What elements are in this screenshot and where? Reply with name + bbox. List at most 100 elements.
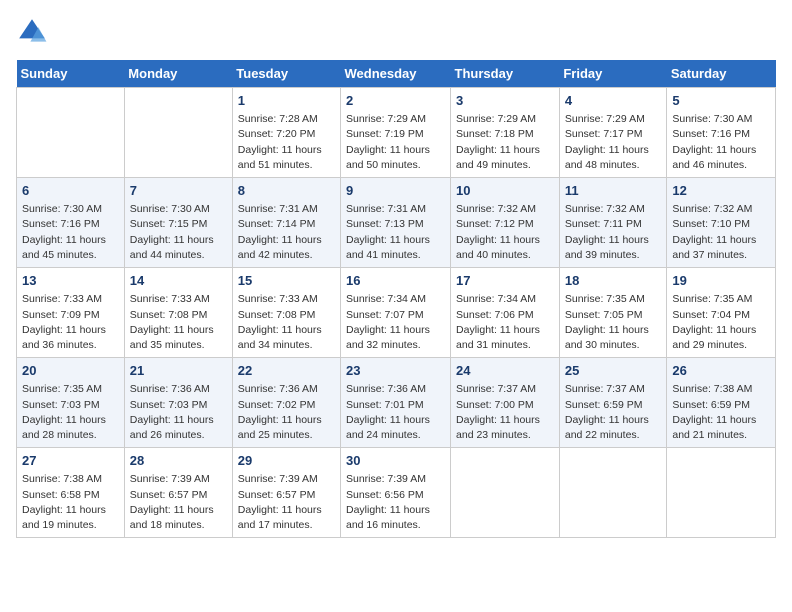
day-number: 22 — [238, 362, 335, 380]
day-number: 7 — [130, 182, 227, 200]
calendar-cell: 13 Sunrise: 7:33 AM Sunset: 7:09 PM Dayli… — [17, 268, 125, 358]
calendar-cell — [124, 88, 232, 178]
calendar-cell: 12 Sunrise: 7:32 AM Sunset: 7:10 PM Dayli… — [667, 178, 776, 268]
logo — [16, 16, 52, 48]
calendar-week-row: 6Sunrise: 7:30 AM Sunset: 7:16 PM Daylig… — [17, 178, 776, 268]
day-info: Sunrise: 7:31 AM Sunset: 7:14 PM Dayligh… — [238, 202, 335, 263]
calendar-table: SundayMondayTuesdayWednesdayThursdayFrid… — [16, 60, 776, 538]
day-number: 3 — [456, 92, 554, 110]
day-info: Sunrise: 7:33 AM Sunset: 7:08 PM Dayligh… — [238, 292, 335, 353]
day-number: 24 — [456, 362, 554, 380]
weekday-header-thursday: Thursday — [451, 60, 560, 88]
day-number: 20 — [22, 362, 119, 380]
day-number: 25 — [565, 362, 662, 380]
day-number: 26 — [672, 362, 770, 380]
day-number: 14 — [130, 272, 227, 290]
day-number: 2 — [346, 92, 445, 110]
day-number: 18 — [565, 272, 662, 290]
calendar-cell: 5 Sunrise: 7:30 AM Sunset: 7:16 PM Daylig… — [667, 88, 776, 178]
calendar-cell: 11Sunrise: 7:32 AM Sunset: 7:11 PM Dayli… — [559, 178, 667, 268]
calendar-cell: 4 Sunrise: 7:29 AM Sunset: 7:17 PM Daylig… — [559, 88, 667, 178]
day-info: Sunrise: 7:29 AM Sunset: 7:19 PM Dayligh… — [346, 112, 445, 173]
day-number: 29 — [238, 452, 335, 470]
day-info: Sunrise: 7:37 AM Sunset: 7:00 PM Dayligh… — [456, 382, 554, 443]
calendar-cell: 22 Sunrise: 7:36 AM Sunset: 7:02 PM Dayli… — [232, 358, 340, 448]
calendar-cell: 17 Sunrise: 7:34 AM Sunset: 7:06 PM Dayli… — [451, 268, 560, 358]
calendar-cell — [451, 448, 560, 538]
calendar-cell: 30 Sunrise: 7:39 AM Sunset: 6:56 PM Dayli… — [341, 448, 451, 538]
day-info: Sunrise: 7:39 AM Sunset: 6:57 PM Dayligh… — [130, 472, 227, 533]
calendar-cell: 14 Sunrise: 7:33 AM Sunset: 7:08 PM Dayli… — [124, 268, 232, 358]
calendar-cell: 27 Sunrise: 7:38 AM Sunset: 6:58 PM Dayli… — [17, 448, 125, 538]
weekday-header-saturday: Saturday — [667, 60, 776, 88]
calendar-cell: 10 Sunrise: 7:32 AM Sunset: 7:12 PM Dayli… — [451, 178, 560, 268]
day-number: 4 — [565, 92, 662, 110]
calendar-cell — [559, 448, 667, 538]
day-info: Sunrise: 7:34 AM Sunset: 7:06 PM Dayligh… — [456, 292, 554, 353]
calendar-cell: 25 Sunrise: 7:37 AM Sunset: 6:59 PM Dayli… — [559, 358, 667, 448]
calendar-cell: 9 Sunrise: 7:31 AM Sunset: 7:13 PM Daylig… — [341, 178, 451, 268]
day-info: Sunrise: 7:31 AM Sunset: 7:13 PM Dayligh… — [346, 202, 445, 263]
day-number: 27 — [22, 452, 119, 470]
day-info: Sunrise: 7:36 AM Sunset: 7:02 PM Dayligh… — [238, 382, 335, 443]
calendar-cell: 2 Sunrise: 7:29 AM Sunset: 7:19 PM Daylig… — [341, 88, 451, 178]
calendar-cell: 8Sunrise: 7:31 AM Sunset: 7:14 PM Daylig… — [232, 178, 340, 268]
calendar-cell: 6Sunrise: 7:30 AM Sunset: 7:16 PM Daylig… — [17, 178, 125, 268]
calendar-cell — [667, 448, 776, 538]
calendar-cell — [17, 88, 125, 178]
day-info: Sunrise: 7:39 AM Sunset: 6:56 PM Dayligh… — [346, 472, 445, 533]
calendar-cell: 3 Sunrise: 7:29 AM Sunset: 7:18 PM Daylig… — [451, 88, 560, 178]
day-info: Sunrise: 7:30 AM Sunset: 7:15 PM Dayligh… — [130, 202, 227, 263]
day-info: Sunrise: 7:30 AM Sunset: 7:16 PM Dayligh… — [22, 202, 119, 263]
day-number: 10 — [456, 182, 554, 200]
day-number: 19 — [672, 272, 770, 290]
day-info: Sunrise: 7:32 AM Sunset: 7:10 PM Dayligh… — [672, 202, 770, 263]
weekday-header-tuesday: Tuesday — [232, 60, 340, 88]
weekday-header-friday: Friday — [559, 60, 667, 88]
page-header — [16, 16, 776, 48]
day-info: Sunrise: 7:35 AM Sunset: 7:03 PM Dayligh… — [22, 382, 119, 443]
calendar-cell: 29 Sunrise: 7:39 AM Sunset: 6:57 PM Dayli… — [232, 448, 340, 538]
day-info: Sunrise: 7:29 AM Sunset: 7:18 PM Dayligh… — [456, 112, 554, 173]
logo-icon — [16, 16, 48, 48]
day-info: Sunrise: 7:39 AM Sunset: 6:57 PM Dayligh… — [238, 472, 335, 533]
day-info: Sunrise: 7:38 AM Sunset: 6:58 PM Dayligh… — [22, 472, 119, 533]
day-number: 28 — [130, 452, 227, 470]
day-number: 30 — [346, 452, 445, 470]
calendar-cell: 20 Sunrise: 7:35 AM Sunset: 7:03 PM Dayli… — [17, 358, 125, 448]
calendar-week-row: 13 Sunrise: 7:33 AM Sunset: 7:09 PM Dayli… — [17, 268, 776, 358]
calendar-cell: 15 Sunrise: 7:33 AM Sunset: 7:08 PM Dayli… — [232, 268, 340, 358]
calendar-week-row: 27 Sunrise: 7:38 AM Sunset: 6:58 PM Dayli… — [17, 448, 776, 538]
calendar-cell: 28 Sunrise: 7:39 AM Sunset: 6:57 PM Dayli… — [124, 448, 232, 538]
calendar-cell: 26Sunrise: 7:38 AM Sunset: 6:59 PM Dayli… — [667, 358, 776, 448]
day-number: 9 — [346, 182, 445, 200]
weekday-header-wednesday: Wednesday — [341, 60, 451, 88]
calendar-cell: 7 Sunrise: 7:30 AM Sunset: 7:15 PM Daylig… — [124, 178, 232, 268]
day-info: Sunrise: 7:30 AM Sunset: 7:16 PM Dayligh… — [672, 112, 770, 173]
day-info: Sunrise: 7:35 AM Sunset: 7:05 PM Dayligh… — [565, 292, 662, 353]
calendar-cell: 18 Sunrise: 7:35 AM Sunset: 7:05 PM Dayli… — [559, 268, 667, 358]
weekday-header-monday: Monday — [124, 60, 232, 88]
day-info: Sunrise: 7:32 AM Sunset: 7:12 PM Dayligh… — [456, 202, 554, 263]
day-info: Sunrise: 7:33 AM Sunset: 7:08 PM Dayligh… — [130, 292, 227, 353]
day-info: Sunrise: 7:33 AM Sunset: 7:09 PM Dayligh… — [22, 292, 119, 353]
day-number: 23 — [346, 362, 445, 380]
day-number: 5 — [672, 92, 770, 110]
calendar-cell: 16Sunrise: 7:34 AM Sunset: 7:07 PM Dayli… — [341, 268, 451, 358]
weekday-header-row: SundayMondayTuesdayWednesdayThursdayFrid… — [17, 60, 776, 88]
weekday-header-sunday: Sunday — [17, 60, 125, 88]
calendar-cell: 23 Sunrise: 7:36 AM Sunset: 7:01 PM Dayli… — [341, 358, 451, 448]
day-number: 15 — [238, 272, 335, 290]
day-info: Sunrise: 7:36 AM Sunset: 7:01 PM Dayligh… — [346, 382, 445, 443]
day-number: 21 — [130, 362, 227, 380]
day-number: 17 — [456, 272, 554, 290]
calendar-cell: 24 Sunrise: 7:37 AM Sunset: 7:00 PM Dayli… — [451, 358, 560, 448]
day-number: 1 — [238, 92, 335, 110]
calendar-cell: 21Sunrise: 7:36 AM Sunset: 7:03 PM Dayli… — [124, 358, 232, 448]
day-info: Sunrise: 7:29 AM Sunset: 7:17 PM Dayligh… — [565, 112, 662, 173]
calendar-cell: 1Sunrise: 7:28 AM Sunset: 7:20 PM Daylig… — [232, 88, 340, 178]
day-number: 13 — [22, 272, 119, 290]
day-number: 12 — [672, 182, 770, 200]
day-info: Sunrise: 7:35 AM Sunset: 7:04 PM Dayligh… — [672, 292, 770, 353]
day-info: Sunrise: 7:37 AM Sunset: 6:59 PM Dayligh… — [565, 382, 662, 443]
